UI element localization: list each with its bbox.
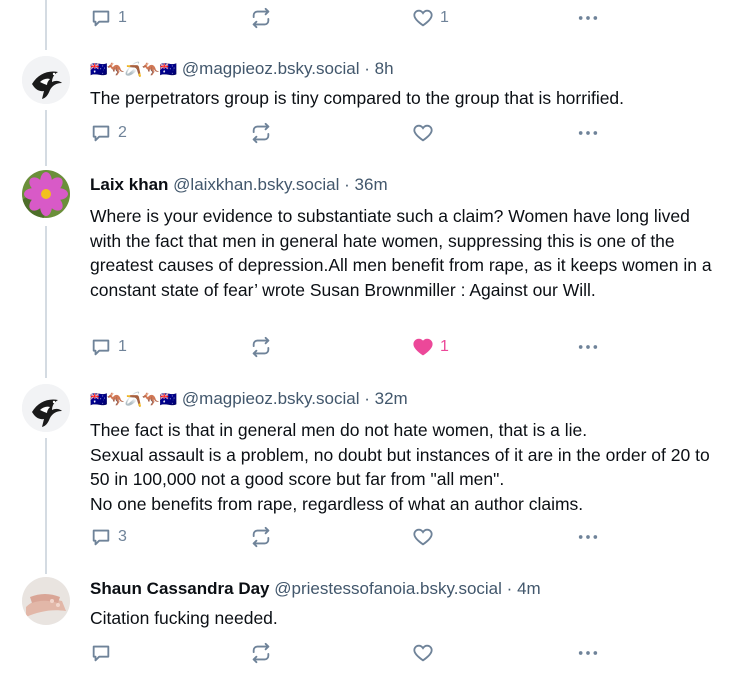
heart-icon bbox=[413, 124, 433, 142]
like-button[interactable]: 1 bbox=[412, 6, 449, 30]
heart-icon bbox=[413, 9, 433, 27]
handle[interactable]: @laixkhan.bsky.social bbox=[173, 175, 339, 194]
repost-button[interactable] bbox=[250, 6, 272, 30]
more-options-button[interactable] bbox=[577, 121, 599, 145]
separator: · bbox=[506, 579, 513, 598]
repost-button[interactable] bbox=[250, 335, 272, 359]
more-options-button[interactable] bbox=[577, 641, 599, 665]
thread-line bbox=[45, 226, 47, 378]
heart-icon bbox=[413, 644, 433, 662]
post-actions: 3 bbox=[90, 525, 718, 549]
like-button[interactable]: 1 bbox=[412, 335, 449, 359]
magpie-avatar-image bbox=[22, 384, 70, 432]
more-options-button[interactable] bbox=[577, 335, 599, 359]
repost-icon bbox=[252, 526, 270, 548]
like-button[interactable] bbox=[412, 525, 440, 549]
thread-line bbox=[45, 0, 47, 50]
reply-button[interactable]: 1 bbox=[90, 6, 127, 30]
more-icon bbox=[578, 131, 598, 135]
reply-button[interactable] bbox=[90, 641, 118, 665]
repost-icon bbox=[252, 642, 270, 664]
more-options-button[interactable] bbox=[577, 6, 599, 30]
more-icon bbox=[578, 345, 598, 349]
handle[interactable]: @magpieoz.bsky.social bbox=[182, 59, 360, 78]
post-text: Citation fucking needed. bbox=[90, 608, 278, 628]
post-header: Laix khan @laixkhan.bsky.social · 36m bbox=[90, 174, 718, 196]
more-options-button[interactable] bbox=[577, 525, 599, 549]
reply-count: 1 bbox=[118, 9, 127, 26]
post-actions bbox=[90, 641, 718, 665]
timestamp[interactable]: 8h bbox=[375, 59, 394, 78]
hands-avatar-image bbox=[22, 577, 70, 625]
post-header: 🇦🇺🦘🪃🦘🇦🇺 @magpieoz.bsky.social · 8h bbox=[90, 58, 718, 80]
thread-line bbox=[45, 110, 47, 166]
like-button[interactable] bbox=[412, 641, 440, 665]
avatar-magpie[interactable] bbox=[22, 384, 70, 432]
more-icon bbox=[578, 16, 598, 20]
repost-button[interactable] bbox=[250, 121, 272, 145]
repost-button[interactable] bbox=[250, 525, 272, 549]
heart-icon bbox=[413, 528, 433, 546]
reply-icon bbox=[92, 339, 110, 356]
reply-button[interactable]: 3 bbox=[90, 525, 127, 549]
reply-count: 2 bbox=[118, 124, 127, 141]
display-name[interactable]: 🇦🇺🦘🪃🦘🇦🇺 bbox=[90, 61, 177, 77]
reply-icon bbox=[92, 529, 110, 546]
avatar-magpie[interactable] bbox=[22, 56, 70, 104]
timestamp[interactable]: 32m bbox=[375, 389, 408, 408]
separator: · bbox=[364, 59, 370, 78]
post-text: Thee fact is that in general men do not … bbox=[90, 420, 710, 514]
reply-icon bbox=[92, 125, 110, 142]
post-text: The perpetrators group is tiny compared … bbox=[90, 88, 625, 108]
handle[interactable]: @magpieoz.bsky.social bbox=[182, 389, 360, 408]
timestamp[interactable]: 36m bbox=[355, 175, 388, 194]
heart-filled-icon bbox=[413, 338, 433, 356]
repost-icon bbox=[252, 122, 270, 144]
like-count: 1 bbox=[440, 9, 449, 26]
avatar-laix-khan[interactable] bbox=[22, 170, 70, 218]
reply-button[interactable]: 1 bbox=[90, 335, 127, 359]
separator: · bbox=[344, 175, 350, 194]
post-actions: 1 1 bbox=[90, 6, 718, 30]
post-header: 🇦🇺🦘🪃🦘🇦🇺 @magpieoz.bsky.social · 32m bbox=[90, 388, 718, 410]
more-icon bbox=[578, 535, 598, 539]
display-name[interactable]: Shaun Cassandra Day bbox=[90, 579, 270, 598]
magpie-avatar-image bbox=[22, 56, 70, 104]
handle[interactable]: @priestessofanoia.bsky.social bbox=[274, 579, 502, 598]
separator: · bbox=[364, 389, 370, 408]
reply-count: 1 bbox=[118, 338, 127, 355]
post-actions: 1 1 bbox=[90, 335, 718, 359]
reply-button[interactable]: 2 bbox=[90, 121, 127, 145]
repost-icon bbox=[252, 336, 270, 358]
reply-icon bbox=[92, 10, 110, 27]
post-text: Where is your evidence to substantiate s… bbox=[90, 206, 712, 300]
reply-count: 3 bbox=[118, 528, 127, 545]
repost-button[interactable] bbox=[250, 641, 272, 665]
like-count: 1 bbox=[440, 338, 449, 355]
post-actions: 2 bbox=[90, 121, 718, 145]
avatar-shaun-cassandra-day[interactable] bbox=[22, 577, 70, 625]
timestamp[interactable]: 4m bbox=[517, 579, 541, 598]
like-button[interactable] bbox=[412, 121, 440, 145]
display-name[interactable]: Laix khan bbox=[90, 175, 168, 194]
more-icon bbox=[578, 651, 598, 655]
repost-icon bbox=[252, 7, 270, 29]
display-name[interactable]: 🇦🇺🦘🪃🦘🇦🇺 bbox=[90, 391, 177, 407]
thread-line bbox=[45, 438, 47, 574]
post-header: Shaun Cassandra Day @priestessofanoia.bs… bbox=[90, 578, 718, 600]
flower-avatar-image bbox=[22, 170, 70, 218]
reply-icon bbox=[92, 645, 110, 662]
